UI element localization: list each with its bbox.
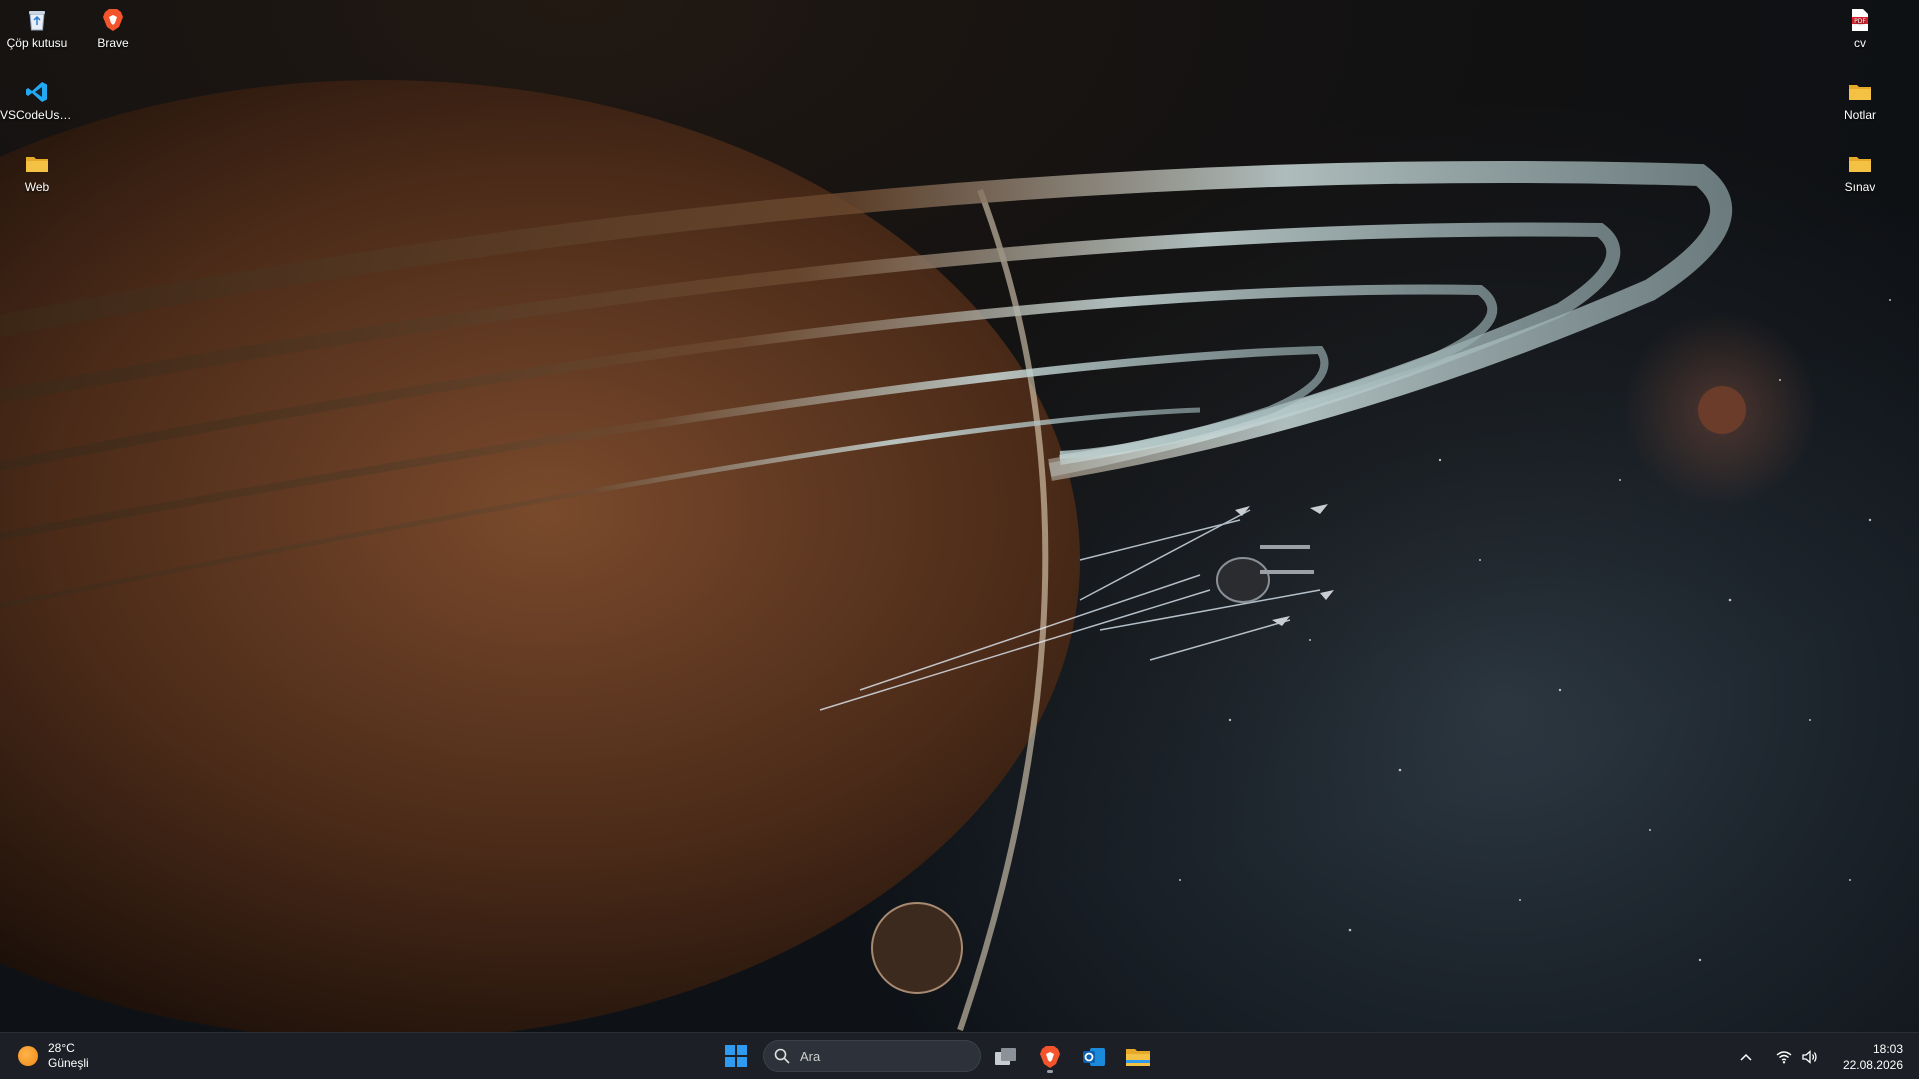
desktop-icon-label: Brave xyxy=(97,36,129,50)
weather-widget[interactable]: 28°C Güneşli xyxy=(18,1041,89,1071)
wifi-icon[interactable] xyxy=(1773,1046,1795,1068)
folder-icon xyxy=(1846,78,1874,106)
search-input[interactable] xyxy=(798,1047,962,1065)
desktop-icon-sinav-folder[interactable]: Sınav xyxy=(1823,150,1897,194)
weather-temperature: 28°C xyxy=(48,1041,75,1055)
vscode-icon xyxy=(23,78,51,106)
clock-date: 22.08.2026 xyxy=(1842,1057,1903,1072)
moon-large xyxy=(871,902,963,994)
clock-time: 18:03 xyxy=(1872,1041,1903,1056)
moon-small xyxy=(1698,386,1746,434)
sun-icon xyxy=(18,1046,38,1066)
taskbar-outlook[interactable] xyxy=(1076,1040,1112,1074)
desktop-icon-notlar-folder[interactable]: Notlar xyxy=(1823,78,1897,122)
taskbar-task-view[interactable] xyxy=(988,1040,1024,1074)
desktop-icon-label: Web xyxy=(24,180,50,194)
outlook-icon xyxy=(1083,1048,1105,1066)
desktop-icon-cv-pdf[interactable]: PDF cv xyxy=(1823,6,1897,50)
desktop-icon-label: Sınav xyxy=(1844,180,1876,194)
file-explorer-icon xyxy=(1126,1049,1150,1066)
search-icon xyxy=(774,1048,790,1064)
desktop-icon-label: Çöp kutusu xyxy=(6,36,68,50)
pdf-icon: PDF xyxy=(1846,6,1874,34)
desktop-icon-label: VSCodeUse... xyxy=(0,108,74,122)
windows-logo-icon xyxy=(725,1045,747,1067)
desktop-icon-label: Notlar xyxy=(1843,108,1876,122)
task-view-icon xyxy=(995,1048,1016,1065)
folder-icon xyxy=(23,150,51,178)
desktop-icon-label: cv xyxy=(1854,36,1866,50)
svg-text:PDF: PDF xyxy=(1854,18,1866,25)
taskbar-search[interactable] xyxy=(763,1040,981,1072)
running-indicator xyxy=(1047,1070,1053,1073)
brave-icon xyxy=(1040,1046,1060,1068)
system-tray: 18:03 22.08.2026 xyxy=(1735,1033,1919,1080)
taskbar-brave[interactable] xyxy=(1032,1040,1068,1074)
chevron-up-icon[interactable] xyxy=(1735,1046,1757,1068)
desktop-icon-recycle-bin[interactable]: Çöp kutusu xyxy=(0,6,74,50)
desktop: Çöp kutusu Brave VSCodeUse... Web PDF cv… xyxy=(0,0,1919,1032)
brave-icon xyxy=(99,6,127,34)
desktop-icon-web-folder[interactable]: Web xyxy=(0,150,74,194)
desktop-icon-vscode[interactable]: VSCodeUse... xyxy=(0,78,74,122)
taskbar: 28°C Güneşli Ara 18:03 22.08.2026 xyxy=(0,1032,1919,1079)
folder-icon xyxy=(1846,150,1874,178)
recycle-bin-icon xyxy=(23,6,51,34)
start-button[interactable] xyxy=(722,1042,750,1070)
clock[interactable]: 18:03 22.08.2026 xyxy=(1843,1041,1903,1073)
weather-condition: Güneşli xyxy=(48,1056,89,1070)
taskbar-file-explorer[interactable] xyxy=(1120,1040,1156,1074)
wallpaper-space-planet xyxy=(0,0,1919,1032)
desktop-icon-brave[interactable]: Brave xyxy=(76,6,150,50)
volume-icon[interactable] xyxy=(1799,1046,1821,1068)
